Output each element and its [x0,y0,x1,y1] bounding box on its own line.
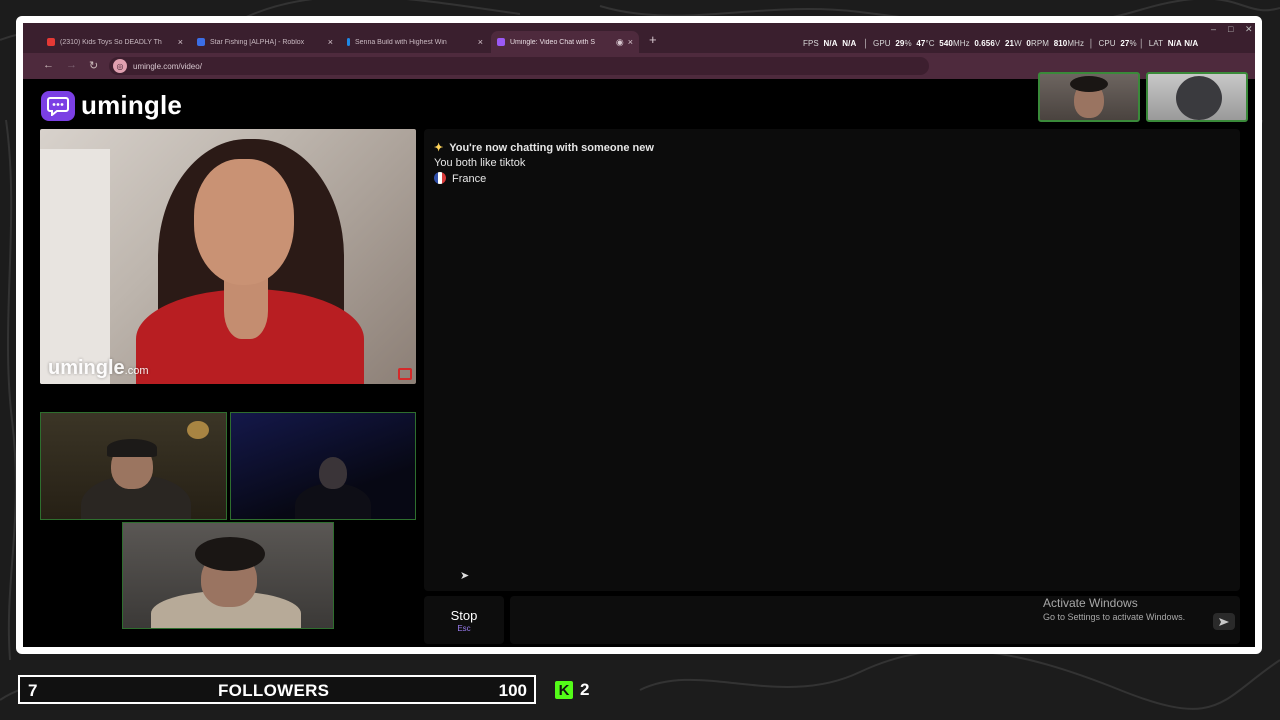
close-window-icon[interactable]: ✕ [1245,24,1253,35]
chat-bubble-icon [41,90,75,121]
stream-capture-frame: (2310) Kids Toys So DEADLY Th × Star Fis… [16,16,1262,654]
tab-title: (2310) Kids Toys So DEADLY Th [60,38,162,46]
browser-tab-active[interactable]: Umingle: Video Chat with S ◉ × [491,31,639,53]
youtube-icon [47,38,55,46]
minimize-window-icon[interactable]: – [1211,24,1216,34]
chat-panel: ✦ You're now chatting with someone new Yo… [424,129,1240,591]
stop-button[interactable]: Stop Esc [424,596,504,644]
kick-viewer-count: 2 [580,680,590,699]
browser-tab-strip: (2310) Kids Toys So DEADLY Th × Star Fis… [23,23,1255,53]
followers-label: FOLLOWERS [218,681,330,700]
media-playing-icon[interactable]: ◉ [616,37,624,48]
person-head [319,457,347,489]
followers-goal: 100 [498,681,527,700]
report-flag-icon[interactable] [398,368,412,380]
stranger-video: umingle.com [40,129,416,384]
new-tab-button[interactable]: + [649,32,657,47]
performance-overlay: FPS N/A N/A │ GPU 29% 47°C 540MHz 0.656V… [803,39,1199,48]
reload-icon[interactable]: ↻ [89,59,98,72]
followers-current: 7 [28,681,38,700]
overlay-cam-1 [1038,72,1140,122]
beanie [107,439,157,457]
tab-title: Senna Build with Highest Win [355,38,447,46]
person-face [194,159,294,285]
maximize-window-icon[interactable]: □ [1228,24,1233,34]
participant-cam-3 [122,522,334,629]
forward-icon[interactable]: → [66,59,77,71]
france-flag-icon [434,172,446,184]
overlay-cam-2 [1146,72,1248,122]
umingle-logo[interactable]: umingle [41,90,182,121]
country-line: France [434,172,486,185]
back-icon[interactable]: ← [43,59,54,71]
participant-cam-2 [230,412,416,520]
participant-cam-1 [40,412,227,520]
umingle-icon [497,38,505,46]
background-door [40,149,110,384]
person-hair [195,537,265,571]
send-button[interactable] [1213,613,1235,630]
url-text: umingle.com/video/ [133,61,202,71]
site-icon [347,38,350,46]
avatar [1176,76,1222,120]
send-icon [1219,617,1229,626]
interest-message: You both like tiktok [434,157,526,169]
mouse-cursor-icon: ➤ [460,570,470,582]
tab-title: Umingle: Video Chat with S [510,38,596,46]
browser-tab[interactable]: Senna Build with Highest Win × [341,31,489,53]
close-tab-icon[interactable]: × [328,37,333,47]
close-tab-icon[interactable]: × [478,37,483,47]
activate-windows-watermark: Activate Windows Go to Settings to activ… [1043,596,1186,622]
site-info-icon[interactable]: ◎ [113,59,127,73]
lamp-glow [187,421,209,439]
sparkle-icon: ✦ [434,142,444,154]
browser-tab[interactable]: Star Fishing [ALPHA] - Roblox × [191,31,339,53]
tab-title: Star Fishing [ALPHA] - Roblox [210,38,305,46]
close-tab-icon[interactable]: × [178,37,183,47]
system-message: ✦ You're now chatting with someone new [434,142,654,154]
address-bar[interactable]: ◎ umingle.com/video/ [109,57,929,75]
kick-logo-icon: K [555,681,573,699]
browser-tab[interactable]: (2310) Kids Toys So DEADLY Th × [41,31,189,53]
person-hair [1070,76,1108,92]
roblox-icon [197,38,205,46]
logo-text: umingle [81,90,183,120]
follower-goal-bar: 7 FOLLOWERS 100 [18,675,536,704]
close-tab-icon[interactable]: × [628,37,633,47]
video-watermark: umingle.com [48,357,149,379]
